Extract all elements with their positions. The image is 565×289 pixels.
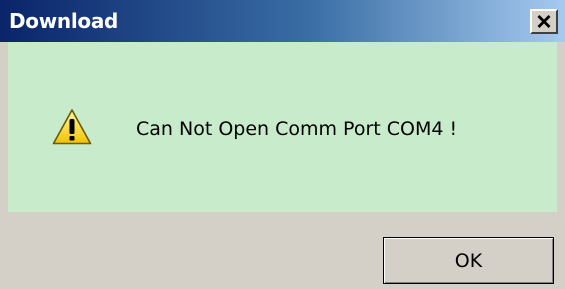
- window-title: Download: [9, 9, 119, 33]
- download-dialog: Download Can Not Open Comm Port COM4 ! O…: [0, 0, 565, 289]
- close-button[interactable]: [530, 9, 558, 34]
- message-area: Can Not Open Comm Port COM4 !: [8, 42, 557, 212]
- close-icon: [537, 15, 551, 28]
- ok-button[interactable]: OK: [383, 237, 554, 284]
- error-message: Can Not Open Comm Port COM4 !: [136, 118, 458, 140]
- warning-icon: [52, 109, 92, 145]
- title-bar[interactable]: Download: [0, 0, 565, 42]
